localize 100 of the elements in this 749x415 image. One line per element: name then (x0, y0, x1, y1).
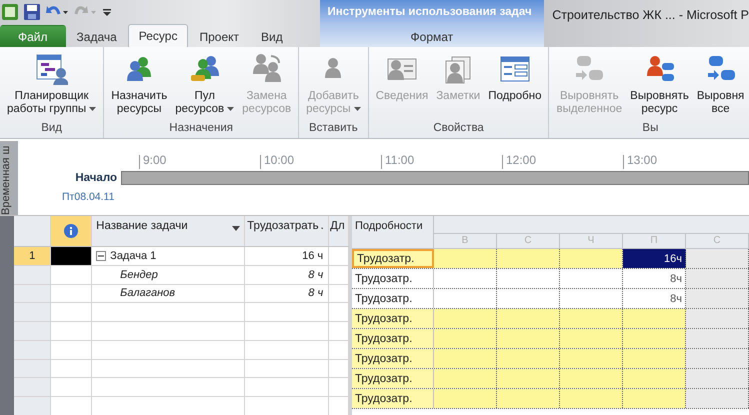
grid-cell[interactable] (686, 349, 749, 368)
day-header: Ч (560, 234, 623, 248)
splitter[interactable] (349, 216, 352, 415)
grid-cell[interactable] (434, 369, 497, 388)
grid-cell[interactable] (686, 389, 749, 408)
grid-cell[interactable] (686, 369, 749, 388)
row-number[interactable] (14, 266, 52, 284)
grid-cell[interactable] (623, 329, 686, 348)
grid-cell[interactable] (560, 249, 623, 268)
grid-cell[interactable] (686, 289, 749, 308)
time-tick: 10:00 (260, 155, 381, 169)
save-icon[interactable] (24, 4, 40, 20)
work-value: 8 ч (308, 287, 324, 300)
contextual-tab-group: Инструменты использования задач (320, 0, 544, 24)
grid-cell[interactable] (560, 389, 623, 408)
field-label: Трудозатр. (352, 249, 434, 268)
ribbon-button[interactable]: Назначить ресурсы (108, 51, 170, 121)
start-label: Начало (74, 172, 118, 184)
column-header[interactable]: Дл (330, 220, 345, 232)
grid-cell[interactable] (434, 349, 497, 368)
grid-cell[interactable] (623, 349, 686, 368)
grid-cell[interactable] (434, 249, 497, 268)
ribbon-button[interactable]: Выровня все (694, 51, 748, 121)
row-header[interactable] (14, 322, 52, 340)
day-header: П (623, 234, 686, 248)
ribbon-button[interactable]: Подробно (485, 51, 544, 121)
row-header[interactable] (14, 340, 52, 359)
grid-cell[interactable] (434, 329, 497, 348)
field-label: Трудозатр. (352, 269, 434, 288)
time-tick: 12:00 (502, 155, 623, 169)
ribbon-tab[interactable]: Ресурс (128, 24, 188, 47)
task-name: Задача 1 (110, 250, 156, 262)
grid-cell[interactable] (686, 269, 749, 288)
ribbon-button[interactable]: Пул ресурсов (172, 51, 238, 121)
ribbon-tab[interactable]: Файл (0, 25, 66, 47)
day-header: В (434, 234, 497, 248)
people-swap-icon (250, 53, 283, 85)
day-header: С (686, 234, 749, 248)
ribbon-tab[interactable]: Формат (400, 25, 464, 47)
grid-cell[interactable] (686, 329, 749, 348)
grid-cell[interactable] (560, 369, 623, 388)
time-tick: 11:00 (381, 155, 502, 169)
row-number[interactable] (14, 284, 52, 302)
row-header[interactable] (14, 303, 52, 322)
field-label: Трудозатр. (352, 289, 434, 308)
ribbon-tab[interactable]: Задача (66, 25, 128, 47)
work-value: 16 ч (302, 250, 324, 262)
row-number[interactable]: 1 (14, 246, 52, 265)
field-label: Трудозатр. (352, 329, 434, 348)
ribbon-button[interactable]: Выровнять ресурс (627, 51, 692, 121)
resource-name: Балаганов (120, 287, 175, 300)
row-header[interactable] (14, 397, 52, 415)
grid-cell[interactable]: 16ч (623, 249, 686, 268)
time-tick: 9:00 (139, 155, 260, 169)
column-header[interactable]: Трудозатрать (247, 220, 319, 232)
group-label: Свойства (432, 121, 485, 136)
ribbon-tab[interactable]: Проект (188, 25, 250, 47)
collapse-icon[interactable] (96, 250, 106, 261)
start-date: Пт08.04.11 (61, 191, 116, 203)
grid-cell[interactable] (434, 389, 497, 408)
grid-cell[interactable] (623, 369, 686, 388)
grid-cell[interactable] (497, 349, 560, 368)
grid-cell[interactable] (623, 309, 686, 328)
grid-cell[interactable] (497, 329, 560, 348)
grid-cell[interactable] (560, 349, 623, 368)
column-header[interactable]: Название задачи (96, 220, 188, 232)
field-label: Трудозатр. (352, 369, 434, 388)
timeline-label: Временная ш (0, 141, 18, 215)
dropdown-icon[interactable] (227, 106, 234, 111)
grid-cell[interactable] (560, 329, 623, 348)
dropdown-icon[interactable] (232, 226, 240, 231)
grid-cell[interactable] (497, 369, 560, 388)
work-value: 8 ч (308, 268, 324, 281)
time-tick: 13:00 (623, 155, 744, 169)
grid-cell[interactable] (623, 389, 686, 408)
grid-cell[interactable] (686, 309, 749, 328)
group-label: Назначения (168, 121, 234, 136)
day-header: С (497, 234, 560, 248)
resource-name: Бендер (120, 268, 158, 281)
dropdown-icon[interactable] (89, 106, 96, 111)
grid-cell[interactable] (497, 249, 560, 268)
group-label: Вы (641, 121, 660, 136)
grid-cell[interactable] (686, 249, 749, 268)
column-header: Подробности (352, 216, 434, 248)
grid-cell[interactable] (497, 389, 560, 408)
chart-grid-icon (36, 53, 68, 85)
field-label: Трудозатр. (352, 389, 434, 408)
group-label: Вид (40, 121, 63, 136)
grid-cell[interactable] (560, 309, 623, 328)
info-icon (64, 224, 78, 238)
ribbon-button[interactable]: Планировщик работы группы (4, 51, 100, 121)
field-label: Трудозатр. (352, 349, 434, 368)
group-label: Вставить (308, 121, 359, 136)
grid-cell[interactable] (434, 309, 497, 328)
ribbon-tab[interactable]: Вид (250, 25, 294, 47)
app-icon[interactable] (2, 4, 18, 20)
row-header[interactable] (14, 378, 52, 396)
row-header[interactable] (14, 360, 52, 378)
window-title: Строительство ЖК ... - Microsoft P (551, 7, 749, 24)
grid-cell[interactable] (497, 309, 560, 328)
